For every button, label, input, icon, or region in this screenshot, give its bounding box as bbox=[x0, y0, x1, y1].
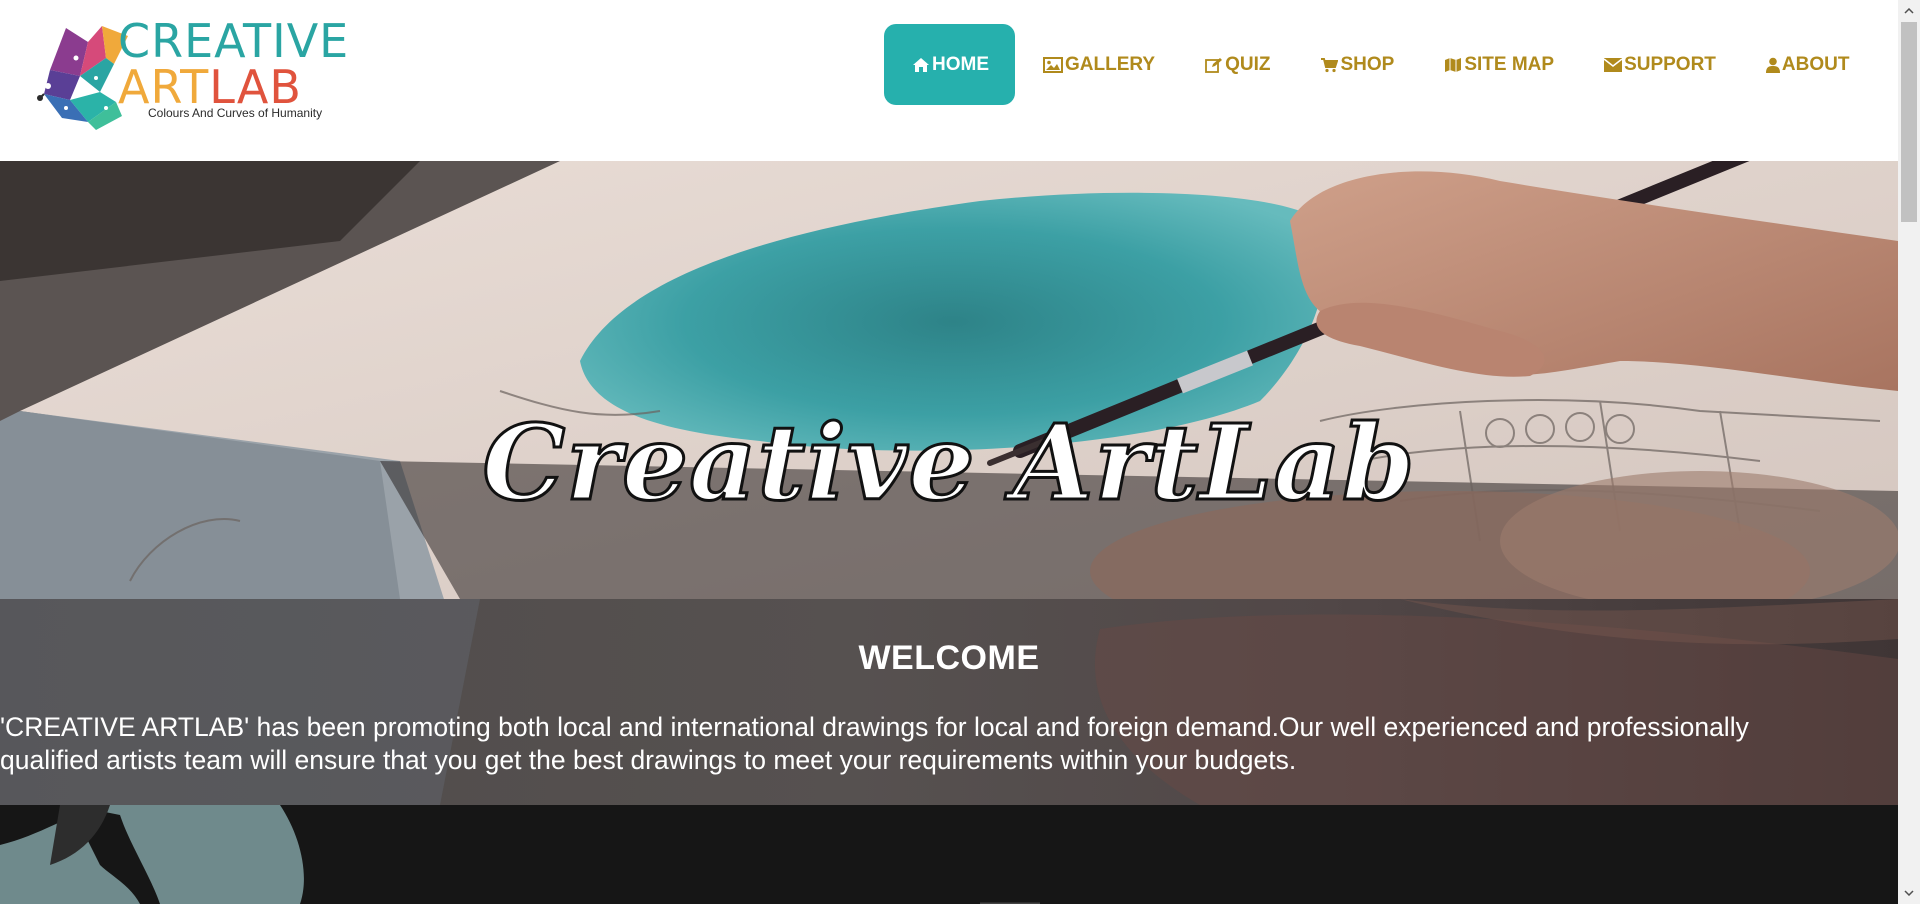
nav-quiz[interactable]: QUIZ bbox=[1181, 24, 1294, 105]
welcome-heading: WELCOME bbox=[858, 639, 1040, 677]
nav-support-label: SUPPORT bbox=[1624, 53, 1716, 75]
scroll-up-arrow-icon[interactable] bbox=[1898, 0, 1920, 22]
site-logo[interactable]: CREATIVE ARTLAB Colours And Curves of Hu… bbox=[36, 14, 350, 134]
nav-shop-label: SHOP bbox=[1340, 53, 1395, 75]
home-icon bbox=[912, 57, 930, 73]
nav-shop[interactable]: SHOP bbox=[1296, 24, 1418, 105]
logo-tagline: Colours And Curves of Humanity bbox=[148, 106, 323, 120]
nav-home-label: HOME bbox=[932, 53, 989, 75]
vertical-scrollbar[interactable] bbox=[1898, 0, 1920, 904]
edit-icon bbox=[1205, 57, 1223, 73]
nav-quiz-label: QUIZ bbox=[1225, 53, 1271, 75]
welcome-text-line-2: qualified artists team will ensure that … bbox=[0, 745, 1297, 775]
logo-text-artlab: ARTLAB bbox=[118, 64, 302, 110]
map-icon bbox=[1444, 57, 1462, 73]
butterfly-logo-icon bbox=[37, 26, 128, 130]
nav-about[interactable]: ABOUT bbox=[1742, 24, 1874, 105]
silhouette-illustration bbox=[0, 805, 1040, 904]
nav-about-label: ABOUT bbox=[1781, 53, 1850, 75]
cart-icon bbox=[1320, 57, 1339, 73]
scrollbar-thumb[interactable] bbox=[1901, 22, 1917, 222]
nav-gallery-label: GALLERY bbox=[1065, 53, 1156, 75]
user-icon bbox=[1765, 57, 1780, 73]
welcome-text-line-1: 'CREATIVE ARTLAB' has been promoting bot… bbox=[0, 712, 1749, 742]
painting-hand-illustration bbox=[0, 161, 1898, 599]
image-icon bbox=[1043, 56, 1063, 73]
welcome-description: 'CREATIVE ARTLAB' has been promoting bot… bbox=[0, 711, 1898, 777]
logo-text-creative: CREATIVE bbox=[118, 14, 350, 68]
scroll-down-arrow-icon[interactable] bbox=[1898, 882, 1920, 904]
next-section-preview bbox=[0, 805, 1898, 904]
nav-gallery[interactable]: GALLERY bbox=[1019, 24, 1179, 105]
nav-site-map[interactable]: SITE MAP bbox=[1420, 24, 1578, 105]
main-nav: HOME GALLERY QUIZ SHOP SITE MAP SUPPORT … bbox=[884, 24, 1875, 105]
hero-banner: Creative ArtLab bbox=[0, 161, 1898, 599]
nav-support[interactable]: SUPPORT bbox=[1580, 24, 1740, 105]
welcome-section: WELCOME 'CREATIVE ARTLAB' has been promo… bbox=[0, 599, 1898, 805]
hero-title: Creative ArtLab bbox=[481, 400, 1416, 526]
nav-home[interactable]: HOME bbox=[884, 24, 1015, 105]
nav-site-map-label: SITE MAP bbox=[1464, 53, 1555, 75]
page: CREATIVE ARTLAB Colours And Curves of Hu… bbox=[0, 0, 1920, 904]
envelope-icon bbox=[1604, 57, 1623, 72]
site-header: CREATIVE ARTLAB Colours And Curves of Hu… bbox=[0, 0, 1898, 161]
